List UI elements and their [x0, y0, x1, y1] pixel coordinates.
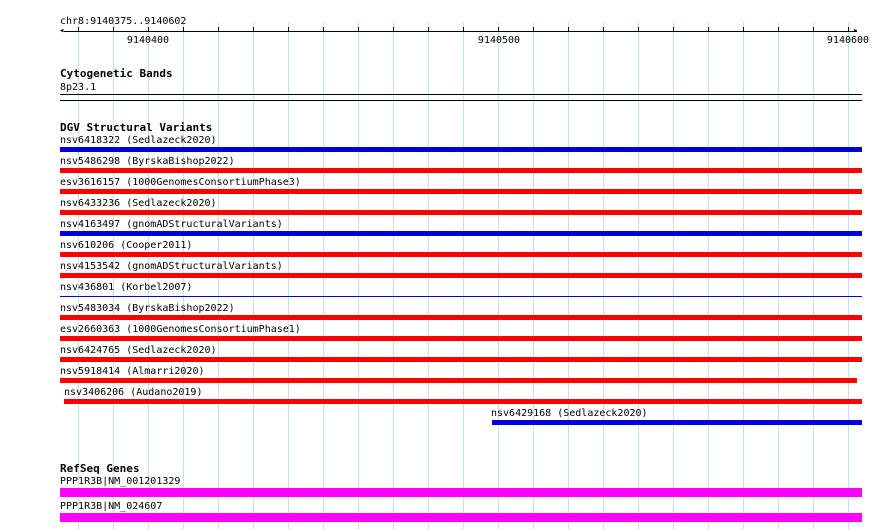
ruler-tick [463, 27, 464, 32]
ruler-tick [358, 27, 359, 32]
variant-bar-1[interactable] [60, 147, 862, 152]
variant-label-4[interactable]: nsv6433236 (Sedlazeck2020) [60, 198, 217, 209]
ruler-tick [638, 27, 639, 32]
ruler-tick [533, 27, 534, 32]
ruler-tick [113, 27, 114, 32]
variant-bar-13[interactable] [64, 399, 862, 404]
variant-label-10[interactable]: esv2660363 (1000GenomesConsortiumPhase1) [60, 324, 301, 335]
variant-bar-8[interactable] [60, 296, 862, 297]
variant-label-14[interactable]: nsv6429168 (Sedlazeck2020) [491, 408, 648, 419]
refseq-track-title: RefSeq Genes [60, 462, 140, 475]
ruler-tick [568, 27, 569, 32]
variant-label-11[interactable]: nsv6424765 (Sedlazeck2020) [60, 345, 217, 356]
variant-label-3[interactable]: esv3616157 (1000GenomesConsortiumPhase3) [60, 177, 301, 188]
ruler-tick [393, 27, 394, 32]
variant-bar-4[interactable] [60, 210, 862, 215]
ruler-tick [288, 27, 289, 32]
variant-bar-14[interactable] [492, 420, 862, 425]
region-label: chr8:9140375..9140602 [60, 16, 187, 27]
gene-label-2[interactable]: PPP1R3B|NM_024607 [60, 501, 162, 512]
variant-label-12[interactable]: nsv5918414 (Almarri2020) [60, 366, 205, 377]
ruler-tick [183, 27, 184, 32]
cytoband-track-title: Cytogenetic Bands [60, 67, 173, 80]
variant-label-8[interactable]: nsv436801 (Korbel2007) [60, 282, 192, 293]
variant-label-5[interactable]: nsv4163497 (gnomADStructuralVariants) [60, 219, 283, 230]
variant-bar-6[interactable] [60, 252, 862, 257]
tick-label-3: 9140600 [826, 35, 870, 46]
variant-label-9[interactable]: nsv5483034 (ByrskaBishop2022) [60, 303, 235, 314]
cytoband-label[interactable]: 8p23.1 [60, 82, 96, 93]
tick-label-2: 9140500 [477, 35, 521, 46]
dgv-track-title: DGV Structural Variants [60, 121, 213, 134]
tick-label-1: 9140400 [126, 35, 170, 46]
ruler-tick [323, 27, 324, 32]
variant-label-2[interactable]: nsv5486298 (ByrskaBishop2022) [60, 156, 235, 167]
gene-bar-2[interactable] [60, 513, 862, 522]
variant-bar-2[interactable] [60, 168, 862, 173]
genome-browser-view: chr8:9140375..9140602 ◂ ▸ 9140400 914050… [0, 0, 890, 529]
variant-bar-7[interactable] [60, 273, 862, 278]
ruler-tick [218, 27, 219, 32]
cytoband-bar-top [60, 94, 862, 95]
ruler-tick [673, 27, 674, 32]
cytoband-bar-bottom [60, 100, 862, 101]
variant-label-7[interactable]: nsv4153542 (gnomADStructuralVariants) [60, 261, 283, 272]
ruler-tick [743, 27, 744, 32]
variant-bar-3[interactable] [60, 189, 862, 194]
ruler-tick [78, 27, 79, 32]
variant-bar-10[interactable] [60, 336, 862, 341]
ruler-tick [498, 27, 499, 32]
variant-bar-11[interactable] [60, 357, 862, 362]
variant-bar-5[interactable] [60, 231, 862, 236]
ruler-tick [848, 27, 849, 32]
ruler-left-arrow-icon: ◂ [59, 26, 65, 36]
variant-label-6[interactable]: nsv610206 (Cooper2011) [60, 240, 192, 251]
gene-label-1[interactable]: PPP1R3B|NM_001201329 [60, 476, 180, 487]
ruler-tick [813, 27, 814, 32]
variant-bar-9[interactable] [60, 315, 862, 320]
ruler-tick [778, 27, 779, 32]
variant-label-1[interactable]: nsv6418322 (Sedlazeck2020) [60, 135, 217, 146]
variant-bar-12[interactable] [60, 378, 857, 383]
gene-bar-1[interactable] [60, 488, 862, 497]
ruler-tick [253, 27, 254, 32]
ruler-tick [603, 27, 604, 32]
ruler-tick [708, 27, 709, 32]
ruler-tick [428, 27, 429, 32]
ruler-tick [148, 27, 149, 32]
variant-label-13[interactable]: nsv3406206 (Audano2019) [64, 387, 202, 398]
